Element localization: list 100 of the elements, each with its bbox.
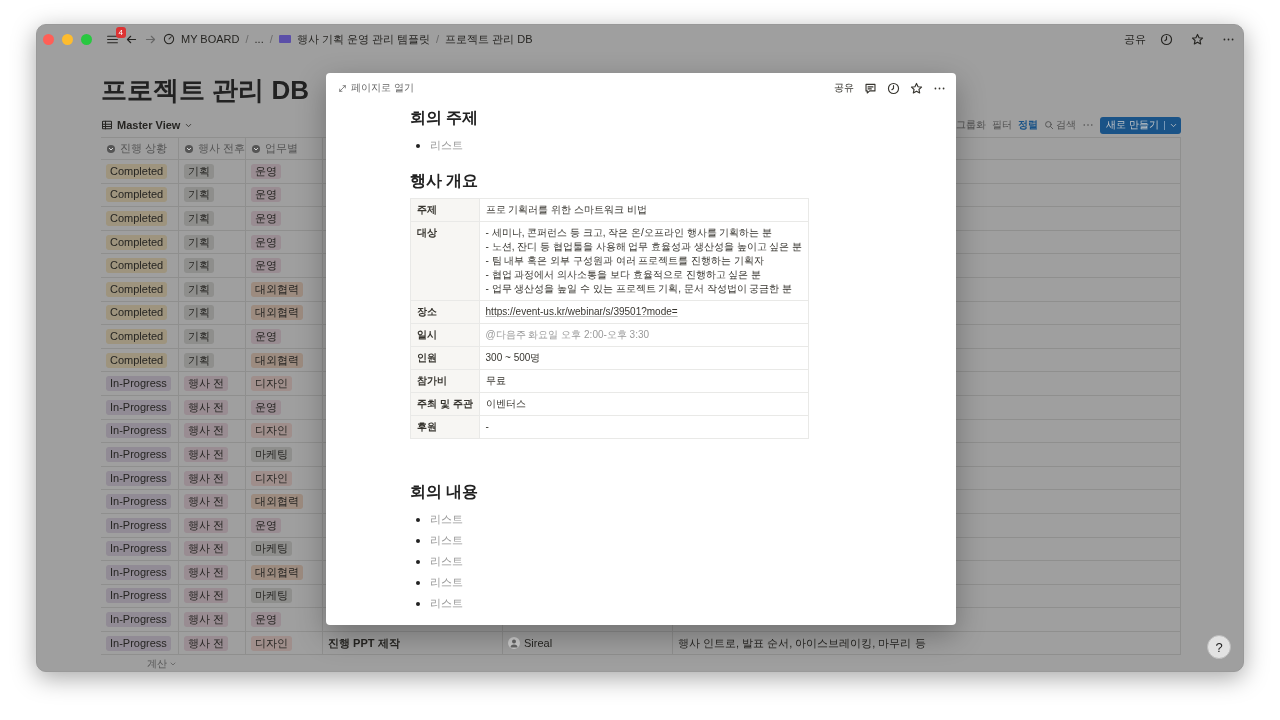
status-tag: 행사 전: [184, 399, 229, 415]
comment-icon[interactable]: [864, 81, 877, 95]
status-tag: 행사 전: [184, 446, 229, 462]
column-header[interactable]: 행사 전후: [184, 141, 246, 156]
new-button[interactable]: 새로 만들기: [1100, 116, 1181, 134]
table-cell: 300 ~ 500명: [479, 346, 809, 370]
toolbar-button[interactable]: 필터: [992, 118, 1013, 132]
status-tag: 행사 전: [184, 376, 229, 392]
breadcrumb-separator: /: [436, 33, 440, 45]
status-tag: 기획: [184, 234, 214, 250]
status-tag: Completed: [106, 211, 168, 226]
gauge-icon: [163, 33, 175, 45]
list-item: 리스트: [430, 533, 463, 548]
bullet-icon: [416, 538, 420, 543]
clock-icon[interactable]: [887, 81, 900, 95]
share-button[interactable]: 공유: [834, 81, 854, 95]
status-tag: In-Progress: [106, 612, 171, 628]
status-tag: 행사 전: [184, 517, 229, 533]
table-cell: 주최 및 주관: [410, 392, 480, 416]
status-tag: 마케팅: [251, 541, 292, 557]
status-tag: In-Progress: [106, 494, 171, 510]
status-tag: 기획: [184, 211, 214, 226]
table-cell: 일시: [410, 323, 480, 347]
table-cell: 대상: [410, 221, 480, 301]
status-tag: 대외협력: [251, 305, 303, 321]
status-tag: 기획: [184, 328, 214, 344]
toolbar-button[interactable]: 그룹화: [956, 118, 987, 132]
select-icon: [106, 143, 116, 154]
status-tag: 운영: [251, 234, 281, 250]
status-tag: 행사 전: [184, 635, 229, 651]
breadcrumb-separator: /: [269, 33, 273, 45]
table-cell: 참가비: [410, 369, 480, 393]
list-item: 리스트: [430, 512, 463, 527]
table-cell: 진행 PPT 제작: [328, 635, 400, 651]
list-item: 리스트: [430, 596, 463, 611]
open-as-page-button[interactable]: 페이지로 열기: [338, 81, 414, 95]
status-tag: 기획: [184, 305, 214, 321]
breadcrumb-separator: /: [245, 33, 249, 45]
status-tag: In-Progress: [106, 376, 171, 392]
breadcrumb-link[interactable]: 프로젝트 관리 DB: [445, 31, 533, 47]
table-cell: - 세미나, 콘퍼런스 등 크고, 작은 온/오프라인 행사를 기획하는 분 - 노션, 잔디 등 협업툴을 사용해 업무 효율성과 생산성을 높이고 싶은 분 - 팀 내부 혹은 외부 구성원과 여러 프로젝트를 진행하는 기획자 - 협업 과정에서 의사소통을 보다 효율적으로 진행하고 싶은 분 - 업무 생산성을 높일 수 있는 프로젝트 기획, 문서 작성법이 궁금한 분: [479, 221, 809, 301]
status-tag: 운영: [251, 163, 281, 179]
share-button[interactable]: 공유: [1124, 31, 1146, 47]
status-tag: 운영: [251, 612, 281, 628]
status-tag: In-Progress: [106, 399, 171, 415]
status-tag: 운영: [251, 399, 281, 415]
page-icon: [278, 35, 291, 43]
status-tag: 대외협력: [251, 281, 303, 297]
toolbar-button[interactable]: 정렬: [1018, 118, 1039, 132]
breadcrumb-link[interactable]: MY BOARD: [181, 33, 240, 45]
date-mention[interactable]: @다음주 화요일 오후 2:00-오후 3:30: [485, 328, 803, 342]
status-tag: 행사 전: [184, 494, 229, 510]
status-tag: 대외협력: [251, 494, 303, 510]
bullet-icon: [416, 601, 420, 606]
status-tag: 운영: [251, 211, 281, 226]
status-tag: 행사 전: [184, 423, 229, 439]
bullet-icon: [416, 580, 420, 585]
status-tag: In-Progress: [106, 517, 171, 533]
search-button[interactable]: 검색: [1044, 118, 1077, 132]
status-tag: 디자인: [251, 423, 292, 439]
url-link[interactable]: https://event-us.kr/webinar/s/39501?mode=: [485, 305, 803, 319]
view-selector[interactable]: Master View: [101, 119, 194, 131]
breadcrumb-link[interactable]: ...: [254, 33, 264, 45]
notification-badge: 4: [115, 26, 126, 38]
status-tag: 행사 전: [184, 541, 229, 557]
status-tag: 기획: [184, 187, 214, 203]
status-tag: 마케팅: [251, 446, 292, 462]
list-item: 리스트: [430, 554, 463, 569]
status-tag: 디자인: [251, 635, 292, 651]
help-button[interactable]: ?: [1207, 635, 1231, 659]
status-tag: 마케팅: [251, 588, 292, 604]
status-tag: 운영: [251, 517, 281, 533]
status-tag: In-Progress: [106, 588, 171, 604]
select-icon: [251, 143, 261, 154]
status-tag: 운영: [251, 258, 281, 274]
status-tag: In-Progress: [106, 635, 171, 651]
breadcrumb-link[interactable]: 행사 기획 운영 관리 템플릿: [296, 31, 430, 47]
status-tag: Completed: [106, 305, 168, 321]
person-name: Sireal: [524, 637, 553, 650]
status-tag: Completed: [106, 163, 168, 179]
page-title: 프로젝트 관리 DB: [101, 75, 309, 105]
clock-icon[interactable]: [1160, 32, 1173, 46]
table-cell: 인원: [410, 346, 480, 370]
search-icon: [1044, 120, 1055, 130]
status-tag: Completed: [106, 328, 168, 344]
star-icon[interactable]: [910, 81, 923, 95]
status-tag: Completed: [106, 187, 168, 203]
status-tag: In-Progress: [106, 470, 171, 486]
expand-icon: [338, 83, 347, 93]
calculate-button[interactable]: 계산: [147, 657, 177, 671]
status-tag: 대외협력: [251, 352, 303, 368]
column-header[interactable]: 진행 상황: [106, 141, 168, 156]
bullet-icon: [416, 559, 420, 564]
status-tag: Completed: [106, 352, 168, 368]
status-tag: 행사 전: [184, 470, 229, 486]
star-icon[interactable]: [1191, 32, 1204, 46]
section-heading: 회의 주제: [410, 108, 480, 128]
table-cell: 무료: [479, 369, 809, 393]
table-cell: 장소: [410, 300, 480, 324]
status-tag: 행사 전: [184, 564, 229, 580]
